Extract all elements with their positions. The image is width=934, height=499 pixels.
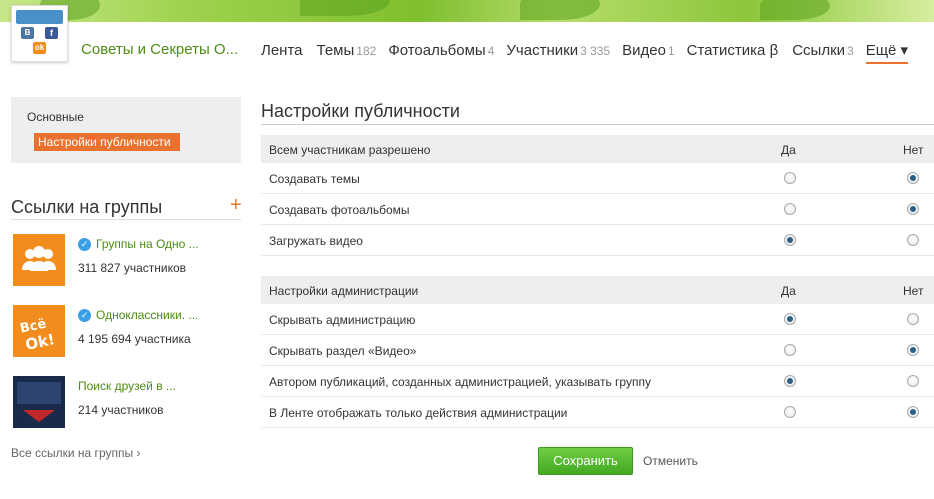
vse-ok-logo[interactable]: Всё Ok! — [13, 305, 65, 357]
odnoklassniki-icon: ok — [33, 42, 46, 54]
nav-item-topics[interactable]: Темы 182 — [317, 42, 377, 59]
setting-label: Создавать темы — [269, 172, 360, 186]
section-title: Настройки администрации — [269, 284, 419, 298]
section-title: Всем участникам разрешено — [269, 143, 431, 157]
group-avatar[interactable]: В f ok — [11, 5, 68, 62]
nav-count: 3 335 — [580, 44, 611, 58]
nav-count: 4 — [487, 44, 495, 58]
radio-no[interactable] — [907, 406, 919, 418]
nav-item-links[interactable]: Ссылки 3 — [792, 42, 854, 59]
group-members-count: 4 195 694 участника — [78, 332, 191, 346]
nav-item-members[interactable]: Участники 3 335 — [506, 42, 610, 59]
radio-no[interactable] — [907, 172, 919, 184]
column-no: Нет — [903, 284, 924, 298]
nav-count: 182 — [356, 44, 377, 58]
section-header-admin: Настройки администрации Да Нет — [261, 276, 934, 304]
setting-label: Автором публикаций, созданных администра… — [269, 375, 651, 389]
nav-item-feed[interactable]: Лента — [261, 42, 305, 59]
radio-yes[interactable] — [784, 375, 796, 387]
radio-yes[interactable] — [784, 406, 796, 418]
search-friends-thumb[interactable] — [13, 376, 65, 428]
radio-no[interactable] — [907, 375, 919, 387]
group-link-item: Всё Ok! ✓ Одноклассники. ... 4 195 694 уч… — [13, 305, 243, 357]
setting-label: Загружать видео — [269, 234, 363, 248]
group-link-title[interactable]: ✓ Группы на Одно ... — [78, 237, 199, 251]
people-icon[interactable] — [13, 234, 65, 286]
add-link-icon[interactable]: + — [230, 194, 242, 216]
nav-count: 3 — [847, 44, 854, 58]
group-name-link[interactable]: Советы и Секреты О... — [81, 41, 238, 58]
page-title: Настройки публичности — [261, 101, 460, 121]
nav-item-video[interactable]: Видео 1 — [622, 42, 675, 59]
menu-item-label: Настройки публичности — [38, 135, 171, 149]
setting-row-create-topics: Создавать темы — [261, 163, 934, 194]
setting-label: Скрывать раздел «Видео» — [269, 344, 417, 358]
settings-menu: Основные Настройки публичности — [11, 97, 241, 163]
column-yes: Да — [781, 143, 796, 157]
menu-item-public-settings[interactable]: Настройки публичности — [34, 133, 180, 151]
links-section-title: Ссылки на группы — [11, 197, 163, 217]
divider — [261, 124, 934, 125]
group-nav: Лента Темы 182 Фотоальбомы 4 Участники 3 33… — [261, 41, 909, 64]
setting-row-feed-admin-only: В Ленте отображать только действия админ… — [261, 397, 934, 428]
menu-item-basic[interactable]: Основные — [27, 110, 84, 124]
column-no: Нет — [903, 143, 924, 157]
divider — [11, 219, 241, 220]
group-members-count: 214 участников — [78, 403, 164, 417]
setting-row-upload-video: Загружать видео — [261, 225, 934, 256]
header-banner — [0, 0, 934, 22]
radio-no[interactable] — [907, 234, 919, 246]
radio-yes[interactable] — [784, 172, 796, 184]
section-header-members: Всем участникам разрешено Да Нет — [261, 135, 934, 163]
group-link-item: ✓ Группы на Одно ... 311 827 участников — [13, 234, 243, 286]
vk-icon: В — [21, 27, 34, 39]
facebook-icon: f — [45, 27, 58, 39]
save-button[interactable]: Сохранить — [538, 447, 633, 475]
cancel-button[interactable]: Отменить — [643, 454, 698, 468]
verified-icon: ✓ — [78, 237, 91, 251]
nav-item-albums[interactable]: Фотоальбомы 4 — [388, 42, 494, 59]
group-link-item: Поиск друзей в ... 214 участников — [13, 376, 243, 428]
verified-icon: ✓ — [78, 308, 91, 322]
radio-no[interactable] — [907, 203, 919, 215]
group-link-title[interactable]: ✓ Одноклассники. ... — [78, 308, 198, 322]
setting-row-author-group: Автором публикаций, созданных администра… — [261, 366, 934, 397]
radio-no[interactable] — [907, 313, 919, 325]
radio-no[interactable] — [907, 344, 919, 356]
group-link-title[interactable]: Поиск друзей в ... — [78, 379, 176, 393]
setting-row-hide-admin: Скрывать администрацию — [261, 304, 934, 335]
setting-label: В Ленте отображать только действия админ… — [269, 406, 568, 420]
radio-yes[interactable] — [784, 344, 796, 356]
logo-banner — [16, 10, 63, 24]
column-yes: Да — [781, 284, 796, 298]
all-group-links-link[interactable]: Все ссылки на группы › — [11, 446, 140, 460]
setting-row-create-albums: Создавать фотоальбомы — [261, 194, 934, 225]
group-members-count: 311 827 участников — [78, 261, 187, 275]
radio-yes[interactable] — [784, 203, 796, 215]
nav-more-dropdown[interactable]: Ещё ▾ — [865, 41, 909, 64]
radio-yes[interactable] — [784, 313, 796, 325]
setting-row-hide-video: Скрывать раздел «Видео» — [261, 335, 934, 366]
setting-label: Создавать фотоальбомы — [269, 203, 410, 217]
setting-label: Скрывать администрацию — [269, 313, 416, 327]
nav-item-stats[interactable]: Статистика β — [687, 42, 781, 59]
nav-count: 1 — [667, 44, 675, 58]
radio-yes[interactable] — [784, 234, 796, 246]
